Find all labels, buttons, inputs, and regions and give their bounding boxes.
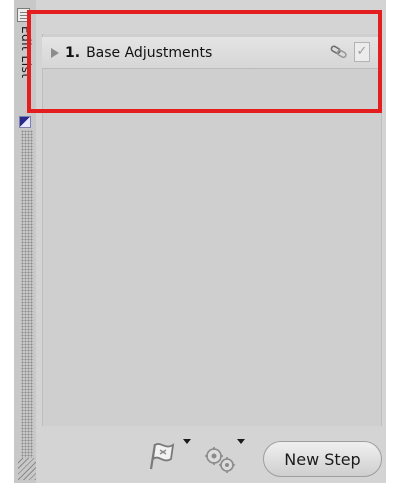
gears-icon[interactable] [200,444,244,476]
new-step-button[interactable]: New Step [263,441,382,477]
diagonal-marker-icon[interactable] [19,116,31,128]
flag-icon[interactable] [147,438,181,472]
highlight-box [27,10,382,113]
flag-menu-caret[interactable] [183,439,191,444]
resize-grip-icon[interactable] [18,458,36,480]
dotted-grip-icon[interactable] [21,130,33,460]
gears-menu-caret[interactable] [237,439,245,444]
